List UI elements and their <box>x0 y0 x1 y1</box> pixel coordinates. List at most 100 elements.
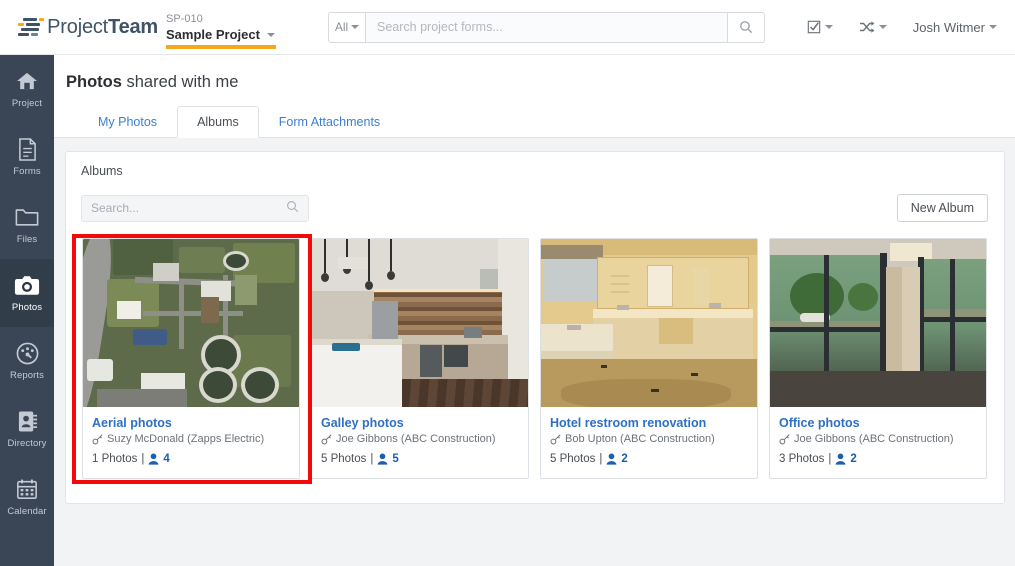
album-thumbnail-aerial[interactable] <box>83 239 299 407</box>
user-icon <box>835 453 846 465</box>
albums-grid: Aerial photos Suzy McDonald (Zapps Elect… <box>66 222 1004 479</box>
page-header: Photos shared with me My Photos Albums F… <box>54 55 1015 138</box>
sidebar-item-reports[interactable]: Reports <box>0 327 54 395</box>
tab-label: Form Attachments <box>278 115 381 129</box>
project-name: Sample Project <box>166 26 260 42</box>
user-icon <box>148 453 159 465</box>
sidebar-item-label: Forms <box>13 166 41 177</box>
tasks-menu[interactable] <box>807 20 833 34</box>
project-selector[interactable]: SP-010 Sample Project <box>166 12 306 49</box>
album-card[interactable]: Hotel restroom renovation Bob Upton (ABC… <box>540 238 758 479</box>
key-icon <box>92 434 103 445</box>
checkbox-checked-icon <box>807 20 821 34</box>
page-title-bold: Photos <box>66 73 122 91</box>
album-name[interactable]: Aerial photos <box>92 415 290 431</box>
tab-my-photos[interactable]: My Photos <box>78 106 177 138</box>
albums-toolbar: Search... New Album <box>66 178 1004 222</box>
brand-logo[interactable]: ProjectTeam <box>18 16 158 39</box>
album-card-body: Office photos Joe Gibbons (ABC Construct… <box>770 407 986 478</box>
sidebar-item-forms[interactable]: Forms <box>0 123 54 191</box>
shuffle-icon <box>859 21 875 33</box>
album-thumbnail-galley-kitchen[interactable] <box>312 239 528 407</box>
key-icon <box>550 434 561 445</box>
album-name[interactable]: Hotel restroom renovation <box>550 415 748 431</box>
projectteam-bars-logo-icon <box>18 17 44 37</box>
sidebar-item-files[interactable]: Files <box>0 191 54 259</box>
page-tabs: My Photos Albums Form Attachments <box>78 106 400 138</box>
album-stats: 3 Photos | 2 <box>779 450 977 468</box>
home-icon <box>16 69 38 93</box>
album-member-count: 5 <box>392 453 399 465</box>
sidebar-item-photos[interactable]: Photos <box>0 259 54 327</box>
project-name-row[interactable]: Sample Project <box>166 26 306 43</box>
top-bar-actions: Josh Witmer <box>807 20 997 35</box>
album-card[interactable]: Galley photos Joe Gibbons (ABC Construct… <box>311 238 529 479</box>
caret-down-icon <box>989 25 997 29</box>
search-submit-button[interactable] <box>728 11 765 43</box>
gauge-icon <box>16 341 39 365</box>
sidebar-item-label: Photos <box>11 302 43 313</box>
caret-down-icon <box>351 25 360 29</box>
document-icon <box>18 137 37 161</box>
sidebar-item-label: Reports <box>10 370 44 381</box>
album-member-count: 4 <box>163 453 170 465</box>
album-owner: Bob Upton (ABC Construction) <box>550 431 748 448</box>
album-owner-name: Suzy McDonald (Zapps Electric) <box>107 433 265 445</box>
album-card-body: Aerial photos Suzy McDonald (Zapps Elect… <box>83 407 299 478</box>
album-thumbnail-hotel-restroom[interactable] <box>541 239 757 407</box>
search-icon <box>286 200 299 216</box>
album-owner: Suzy McDonald (Zapps Electric) <box>92 431 290 448</box>
album-member-count: 2 <box>621 453 628 465</box>
sidebar-item-project[interactable]: Project <box>0 55 54 123</box>
active-project-underline <box>166 44 276 49</box>
sidebar-item-label: Files <box>16 234 38 245</box>
album-search-input[interactable]: Search... <box>81 194 309 222</box>
folder-icon <box>15 205 39 229</box>
caret-down-icon <box>266 33 275 38</box>
user-icon <box>606 453 617 465</box>
album-owner-name: Bob Upton (ABC Construction) <box>565 433 715 445</box>
album-photo-count: 1 Photos <box>92 453 138 465</box>
new-album-button[interactable]: New Album <box>896 194 988 222</box>
sidebar-item-directory[interactable]: Directory <box>0 395 54 463</box>
brand-name-light: Project <box>47 15 109 38</box>
user-menu[interactable]: Josh Witmer <box>913 20 997 35</box>
user-icon <box>377 453 388 465</box>
page-title: Photos shared with me <box>66 73 1015 92</box>
sidebar-item-label: Calendar <box>7 506 47 517</box>
album-card-body: Galley photos Joe Gibbons (ABC Construct… <box>312 407 528 478</box>
album-card[interactable]: Aerial photos Suzy McDonald (Zapps Elect… <box>82 238 300 479</box>
album-stats-separator: | <box>828 453 832 465</box>
key-icon <box>321 434 332 445</box>
search-input[interactable]: Search project forms... <box>366 11 728 43</box>
sidebar-item-calendar[interactable]: Calendar <box>0 463 54 531</box>
album-owner-name: Joe Gibbons (ABC Construction) <box>336 433 496 445</box>
brand-name-bold: Team <box>108 15 158 38</box>
album-photo-count: 5 Photos <box>321 453 367 465</box>
page-title-rest: shared with me <box>121 73 239 91</box>
panel-heading: Albums <box>81 164 123 178</box>
global-search: All Search project forms... <box>328 11 765 43</box>
album-card-body: Hotel restroom renovation Bob Upton (ABC… <box>541 407 757 478</box>
tab-albums[interactable]: Albums <box>177 106 259 138</box>
switch-menu[interactable] <box>859 20 887 34</box>
caret-down-icon <box>824 25 833 29</box>
camera-icon <box>14 273 40 297</box>
album-stats-separator: | <box>141 453 145 465</box>
albums-panel: Albums Search... New Album Aerial photos… <box>65 151 1005 504</box>
album-card[interactable]: Office photos Joe Gibbons (ABC Construct… <box>769 238 987 479</box>
brand-name: ProjectTeam <box>47 16 158 39</box>
album-stats: 5 Photos | 5 <box>321 450 519 468</box>
search-scope-dropdown[interactable]: All <box>328 11 366 43</box>
album-search-placeholder: Search... <box>91 201 140 215</box>
album-owner: Joe Gibbons (ABC Construction) <box>779 431 977 448</box>
tab-form-attachments[interactable]: Form Attachments <box>259 106 400 138</box>
tab-label: My Photos <box>98 115 158 129</box>
album-name[interactable]: Galley photos <box>321 415 519 431</box>
project-code: SP-010 <box>166 12 203 25</box>
album-name[interactable]: Office photos <box>779 415 977 431</box>
calendar-icon <box>16 477 38 501</box>
caret-down-icon <box>878 25 887 29</box>
sidebar-item-label: Project <box>11 98 43 109</box>
album-thumbnail-office[interactable] <box>770 239 986 407</box>
